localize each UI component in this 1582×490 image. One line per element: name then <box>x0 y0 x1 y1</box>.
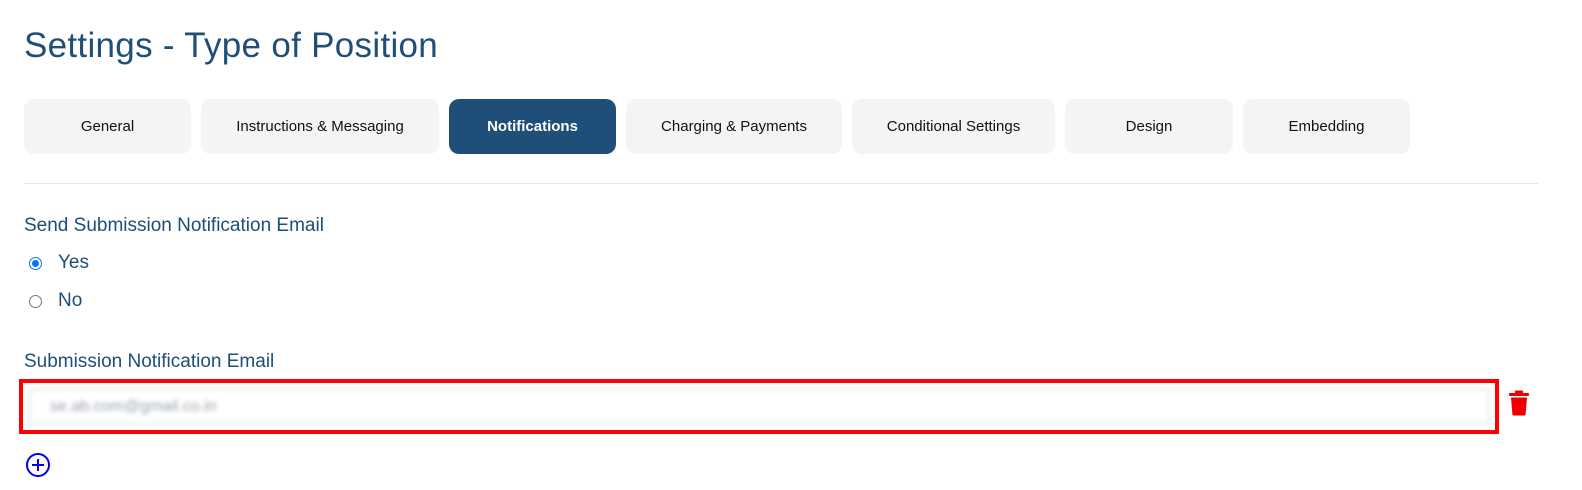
radio-no-label: No <box>58 290 83 311</box>
tab-general[interactable]: General <box>24 99 191 154</box>
tab-embedding[interactable]: Embedding <box>1243 99 1410 154</box>
tabs-divider <box>24 183 1538 184</box>
tab-notifications[interactable]: Notifications <box>449 99 616 154</box>
email-field-highlight <box>19 379 1499 434</box>
page-title: Settings - Type of Position <box>24 26 439 65</box>
notification-email-input[interactable] <box>29 389 1489 424</box>
trash-icon[interactable] <box>1508 390 1530 416</box>
plus-circle-icon[interactable] <box>25 452 51 478</box>
tab-charging-payments[interactable]: Charging & Payments <box>626 99 842 154</box>
tab-instructions-messaging[interactable]: Instructions & Messaging <box>201 99 439 154</box>
radio-yes-label: Yes <box>58 252 89 273</box>
tab-design[interactable]: Design <box>1065 99 1233 154</box>
send-notification-label: Send Submission Notification Email <box>24 215 324 236</box>
radio-option-yes[interactable]: Yes <box>29 251 89 275</box>
radio-option-no[interactable]: No <box>29 289 82 313</box>
tab-conditional-settings[interactable]: Conditional Settings <box>852 99 1055 154</box>
radio-no[interactable] <box>29 294 42 308</box>
radio-yes[interactable] <box>29 256 42 270</box>
notification-email-label: Submission Notification Email <box>24 351 275 372</box>
